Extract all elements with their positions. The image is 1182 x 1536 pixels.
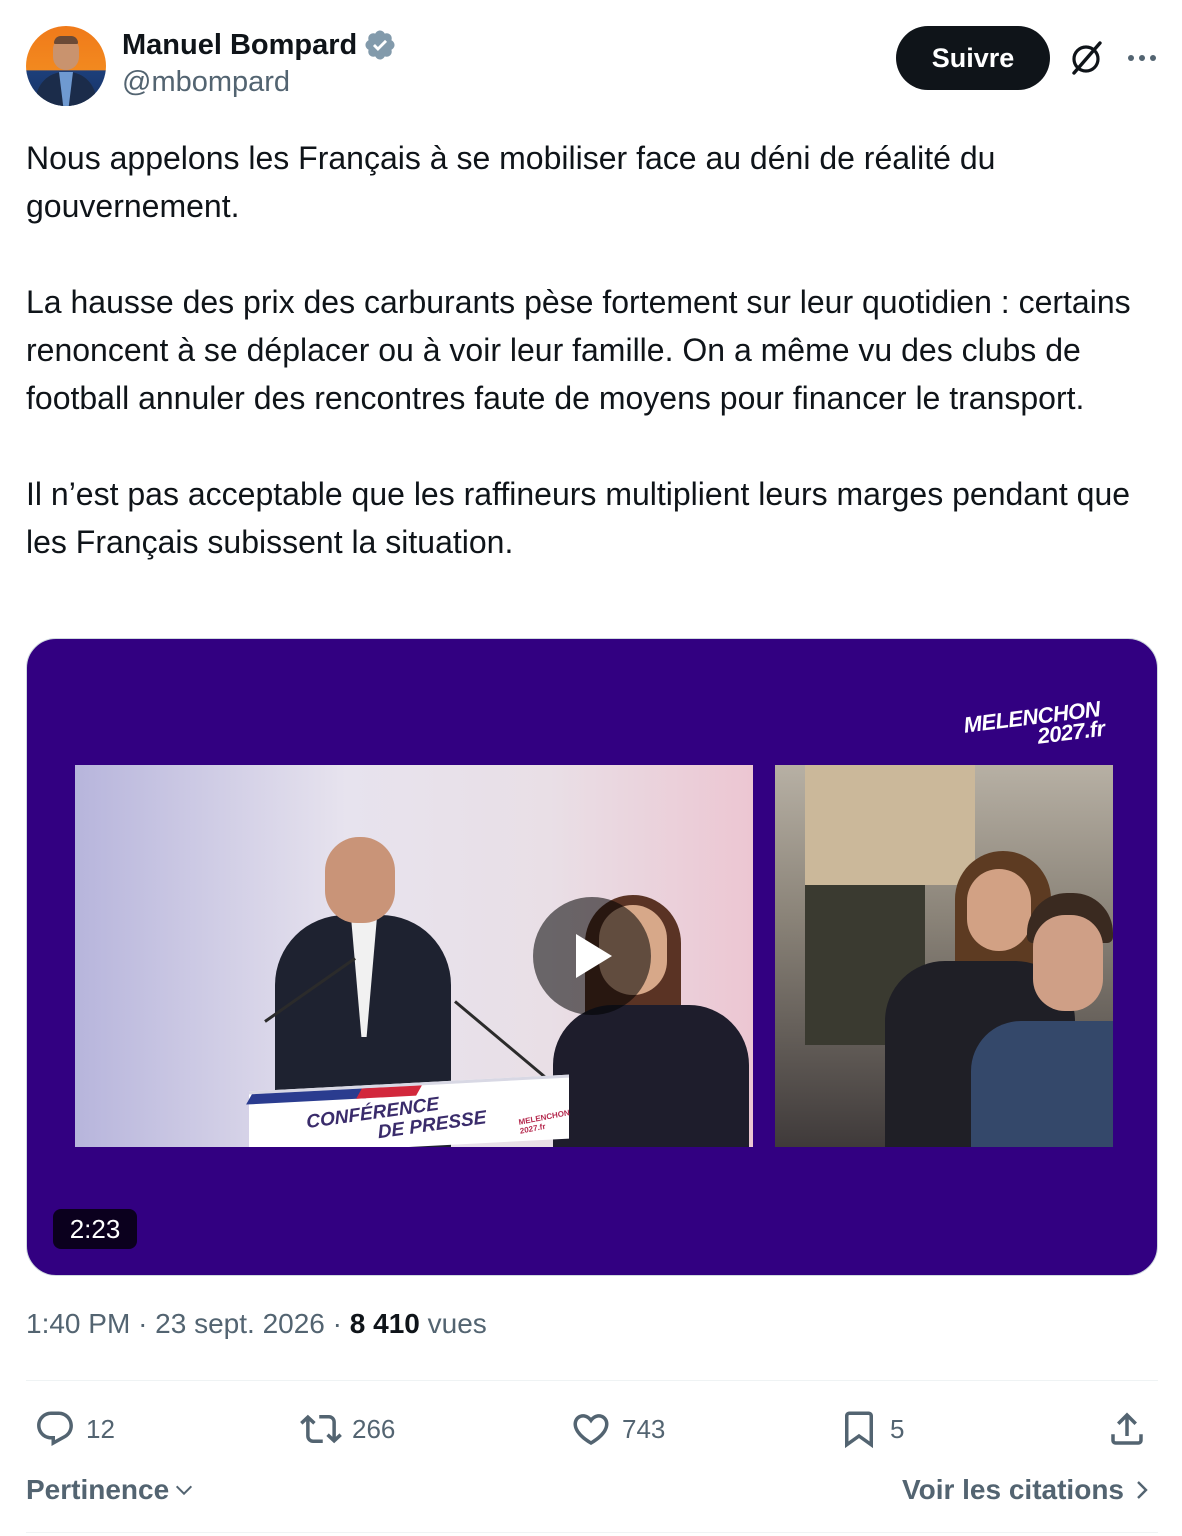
heart-icon [573, 1414, 609, 1446]
brand-logo: MELENCHON 2027.fr [960, 677, 1126, 752]
reply-button[interactable]: 12 [34, 1408, 115, 1450]
grok-icon[interactable] [1066, 38, 1106, 78]
share-icon [1111, 1412, 1143, 1445]
share-button[interactable] [1106, 1408, 1148, 1450]
video-frame-press-conference: CONFÉRENCE DE PRESSE MELENCHON 2027.fr [75, 765, 753, 1147]
video-player[interactable]: MELENCHON 2027.fr CONFÉRENCE DE PRESSE M… [26, 638, 1158, 1276]
view-quotes-label: Voir les citations [902, 1474, 1124, 1505]
bookmark-icon [845, 1411, 873, 1449]
divider [26, 1380, 1158, 1381]
audience-person-body [971, 1021, 1113, 1147]
sort-dropdown[interactable]: Pertinence [26, 1474, 195, 1506]
microphone [454, 1000, 548, 1080]
meta-separator: · [138, 1308, 148, 1339]
views-count: 8 410 [349, 1308, 420, 1339]
verified-badge-icon[interactable] [363, 28, 397, 62]
bookmark-count: 5 [890, 1413, 905, 1444]
sort-label: Pertinence [26, 1474, 170, 1505]
avatar-hair [54, 36, 78, 44]
like-count: 743 [622, 1413, 666, 1444]
repost-count: 266 [352, 1413, 396, 1444]
chevron-right-icon [1137, 1481, 1148, 1499]
reply-icon [37, 1411, 73, 1446]
tweet-paragraph: Nous appelons les Français à se mobilise… [26, 140, 996, 224]
play-button[interactable] [533, 897, 651, 1015]
repost-icon [300, 1414, 342, 1444]
chevron-down-icon [176, 1485, 193, 1496]
play-icon [576, 934, 612, 978]
tweet-time[interactable]: 1:40 PM [26, 1308, 130, 1339]
more-options-icon[interactable] [1122, 38, 1162, 78]
view-quotes-link[interactable]: Voir les citations [902, 1474, 1152, 1506]
divider [26, 1532, 1158, 1533]
audience-person-head [967, 869, 1031, 951]
meta-separator: · [332, 1308, 342, 1339]
podium-brand: MELENCHON 2027.fr [518, 1108, 572, 1136]
tweet-header: Manuel Bompard @mbompard Suivre [26, 24, 1158, 108]
speaker-head [325, 837, 395, 923]
author-handle[interactable]: @mbompard [122, 66, 397, 99]
reply-count: 12 [86, 1413, 115, 1444]
tweet-text: Nous appelons les Français à se mobilise… [26, 134, 1146, 566]
views-label: vues [427, 1308, 487, 1339]
tweet-paragraph: Il n’est pas acceptable que les raffineu… [26, 476, 1131, 560]
action-bar: 12 266 743 5 [26, 1400, 1158, 1464]
bookmark-button[interactable]: 5 [838, 1408, 904, 1450]
tweet-paragraph: La hausse des prix des carburants pèse f… [26, 284, 1131, 416]
tweet-meta: 1:40 PM · 23 sept. 2026 · 8 410 vues [26, 1308, 487, 1340]
follow-button[interactable]: Suivre [896, 26, 1050, 90]
repost-button[interactable]: 266 [300, 1408, 395, 1450]
video-frame-audience [775, 765, 1113, 1147]
audience-person [805, 765, 975, 885]
audience-person-head [1033, 915, 1103, 1011]
video-duration-badge: 2:23 [53, 1209, 137, 1249]
author-info: Manuel Bompard @mbompard [122, 28, 397, 99]
avatar[interactable] [26, 26, 106, 106]
like-button[interactable]: 743 [570, 1408, 665, 1450]
author-display-name[interactable]: Manuel Bompard [122, 29, 357, 62]
speaker-body [553, 1005, 749, 1147]
tweet-date[interactable]: 23 sept. 2026 [155, 1308, 325, 1339]
